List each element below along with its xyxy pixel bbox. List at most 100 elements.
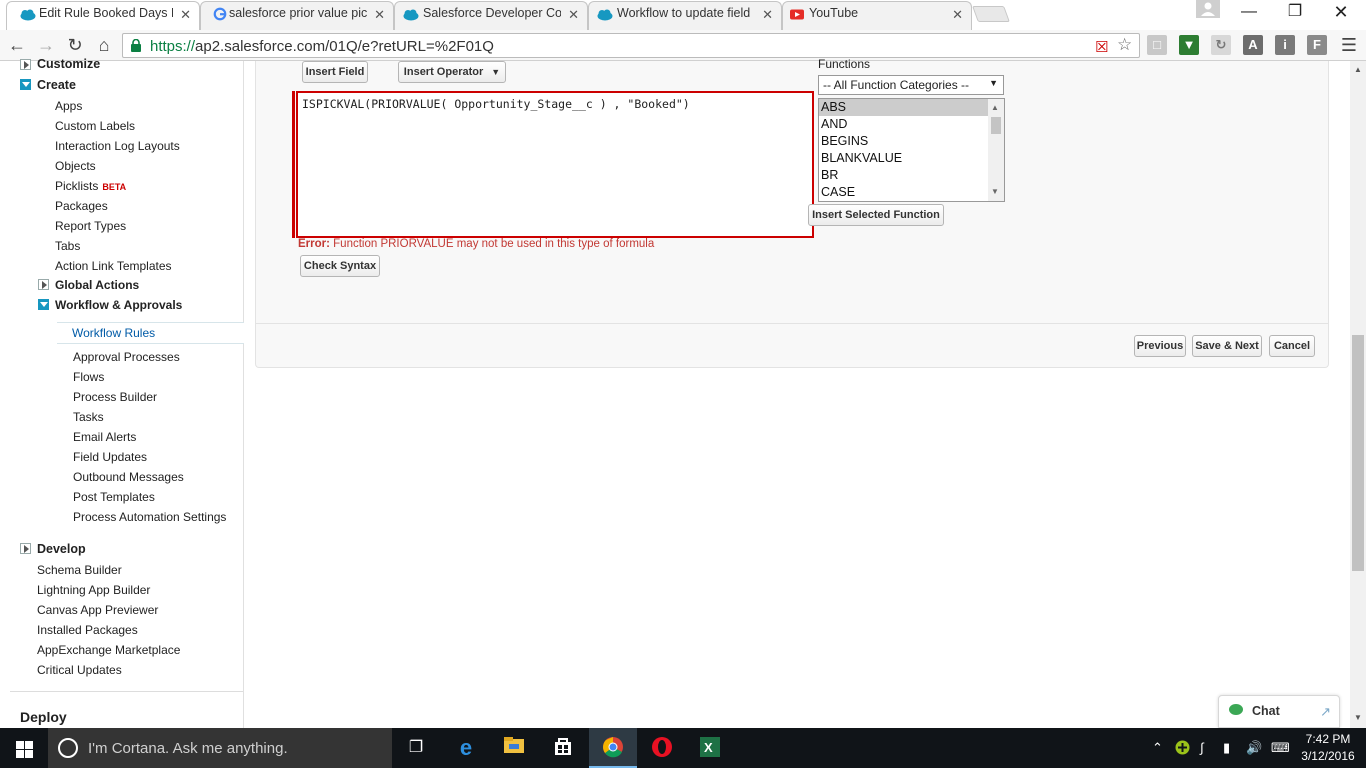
extension-folder-icon[interactable]: □ [1147,35,1167,55]
system-clock[interactable]: 7:42 PM 3/12/2016 [1296,731,1360,765]
expand-develop-icon[interactable] [20,543,31,554]
sidebar-item-outbound-messages[interactable]: Outbound Messages [73,470,184,484]
tab-google-search[interactable]: salesforce prior value pick ✕ [200,1,394,30]
tab-workflow-update[interactable]: Workflow to update field ✕ [588,1,782,30]
expand-global-actions-icon[interactable] [38,279,49,290]
sidebar-item-appexchange-marketplace[interactable]: AppExchange Marketplace [37,643,180,657]
sidebar-deploy[interactable]: Deploy [20,709,67,725]
security-tray-icon[interactable] [1175,740,1190,758]
wifi-icon[interactable]: ∫ [1200,740,1204,755]
battery-icon[interactable]: ▮ [1223,740,1230,756]
windows-start-icon[interactable] [0,728,48,768]
sidebar-create[interactable]: Create [37,78,76,92]
function-option[interactable]: ABS [819,99,1004,116]
sidebar-item-custom-labels[interactable]: Custom Labels [55,119,135,133]
back-icon[interactable]: ← [6,34,28,56]
sidebar-item-critical-updates[interactable]: Critical Updates [37,663,122,677]
close-icon[interactable]: ✕ [374,7,385,23]
expand-icon[interactable]: ↗ [1320,704,1331,720]
restore-icon[interactable]: ❐ [1272,0,1318,26]
sidebar-item-canvas-app-previewer[interactable]: Canvas App Previewer [37,603,158,617]
sidebar-item-action-link-templates[interactable]: Action Link Templates [55,259,172,273]
function-listbox[interactable]: ABS AND BEGINS BLANKVALUE BR CASE ▲ ▼ [818,98,1005,202]
sidebar-item-interaction-log-layouts[interactable]: Interaction Log Layouts [55,139,180,153]
sidebar-workflow-approvals[interactable]: Workflow & Approvals [55,298,182,312]
keyboard-icon[interactable]: ⌨ [1271,740,1290,756]
tab-edit-rule[interactable]: Edit Rule Booked Days Ru ✕ [6,1,200,30]
blocked-popup-icon[interactable]: ☒ [1095,38,1108,56]
sidebar-item-email-alerts[interactable]: Email Alerts [73,430,136,444]
sidebar-item-lightning-app-builder[interactable]: Lightning App Builder [37,583,150,597]
opera-icon[interactable] [650,736,674,760]
sidebar-item-report-types[interactable]: Report Types [55,219,126,233]
store-icon[interactable] [551,736,575,760]
home-icon[interactable]: ⌂ [93,34,115,56]
scroll-up-icon[interactable]: ▲ [991,103,999,112]
edge-browser-icon[interactable]: e [454,736,478,760]
collapse-create-icon[interactable] [20,79,31,90]
forward-icon[interactable]: → [35,34,57,56]
sidebar-develop[interactable]: Develop [37,542,86,556]
scrollbar-thumb[interactable] [1352,335,1364,571]
function-option[interactable]: AND [819,116,1004,133]
function-option[interactable]: BLANKVALUE [819,150,1004,167]
tab-youtube[interactable]: YouTube ✕ [782,1,972,30]
function-option[interactable]: CASE [819,184,1004,201]
address-bar[interactable]: https://ap2.salesforce.com/01Q/e?retURL=… [122,33,1140,58]
sidebar-item-tasks[interactable]: Tasks [73,410,104,424]
close-icon[interactable]: ✕ [180,7,191,23]
volume-icon[interactable]: 🔊 [1246,740,1262,756]
close-icon[interactable]: ✕ [568,7,579,23]
sidebar-item-process-automation-settings[interactable]: Process Automation Settings [73,510,226,524]
insert-field-button[interactable]: Insert Field [302,61,368,83]
sidebar-item-tabs[interactable]: Tabs [55,239,80,253]
sidebar-item-field-updates[interactable]: Field Updates [73,450,147,464]
collapse-workflow-icon[interactable] [38,299,49,310]
extension-sync-icon[interactable]: ↻ [1211,35,1231,55]
expand-customize-icon[interactable] [20,59,31,70]
formula-textarea[interactable]: ISPICKVAL(PRIORVALUE( Opportunity_Stage_… [296,91,814,238]
file-explorer-icon[interactable] [502,736,526,760]
extension-shield-icon[interactable]: ▼ [1179,35,1199,55]
extension-info-icon[interactable]: i [1275,35,1295,55]
menu-icon[interactable]: ☰ [1338,34,1360,56]
profile-icon[interactable] [1196,0,1220,18]
task-view-icon[interactable]: ❐ [404,736,428,760]
bookmark-star-icon[interactable]: ☆ [1117,35,1132,55]
chat-widget[interactable]: Chat ↗ [1218,695,1340,728]
minimize-icon[interactable]: — [1226,0,1272,26]
function-option[interactable]: BEGINS [819,133,1004,150]
cancel-button[interactable]: Cancel [1269,335,1315,357]
sidebar-customize[interactable]: Customize [37,57,100,71]
close-window-icon[interactable]: ✕ [1318,0,1364,26]
cortana-search-box[interactable]: I'm Cortana. Ask me anything. [48,728,392,768]
sidebar-item-workflow-rules-selected[interactable]: Workflow Rules [57,322,244,344]
close-icon[interactable]: ✕ [952,7,963,23]
sidebar-item-apps[interactable]: Apps [55,99,82,113]
reload-icon[interactable]: ↻ [64,34,86,56]
save-next-button[interactable]: Save & Next [1192,335,1262,357]
function-list-scrollbar[interactable]: ▲ ▼ [988,99,1004,201]
chrome-icon[interactable] [601,736,625,760]
close-icon[interactable]: ✕ [762,7,773,23]
insert-operator-button[interactable]: Insert Operator ▼ [398,61,506,83]
sidebar-item-objects[interactable]: Objects [55,159,96,173]
show-hidden-icons-chevron-icon[interactable]: ⌃ [1152,740,1163,756]
sidebar-item-post-templates[interactable]: Post Templates [73,490,155,504]
check-syntax-button[interactable]: Check Syntax [300,255,380,277]
sidebar-item-installed-packages[interactable]: Installed Packages [37,623,138,637]
extension-f-icon[interactable]: F [1307,35,1327,55]
sidebar-item-approval-processes[interactable]: Approval Processes [73,350,180,364]
scrollbar-thumb[interactable] [991,117,1001,134]
sidebar-item-flows[interactable]: Flows [73,370,104,384]
sidebar-global-actions[interactable]: Global Actions [55,278,139,292]
scroll-down-icon[interactable]: ▼ [991,187,999,196]
new-tab-button[interactable] [972,6,1010,22]
sidebar-item-schema-builder[interactable]: Schema Builder [37,563,122,577]
sidebar-item-process-builder[interactable]: Process Builder [73,390,157,404]
sidebar-item-picklists[interactable]: Picklists BETA [55,179,126,193]
page-scrollbar[interactable]: ▲ ▼ [1350,61,1366,728]
sidebar-item-packages[interactable]: Packages [55,199,108,213]
scroll-up-icon[interactable]: ▲ [1354,65,1362,74]
extension-a-icon[interactable]: A [1243,35,1263,55]
